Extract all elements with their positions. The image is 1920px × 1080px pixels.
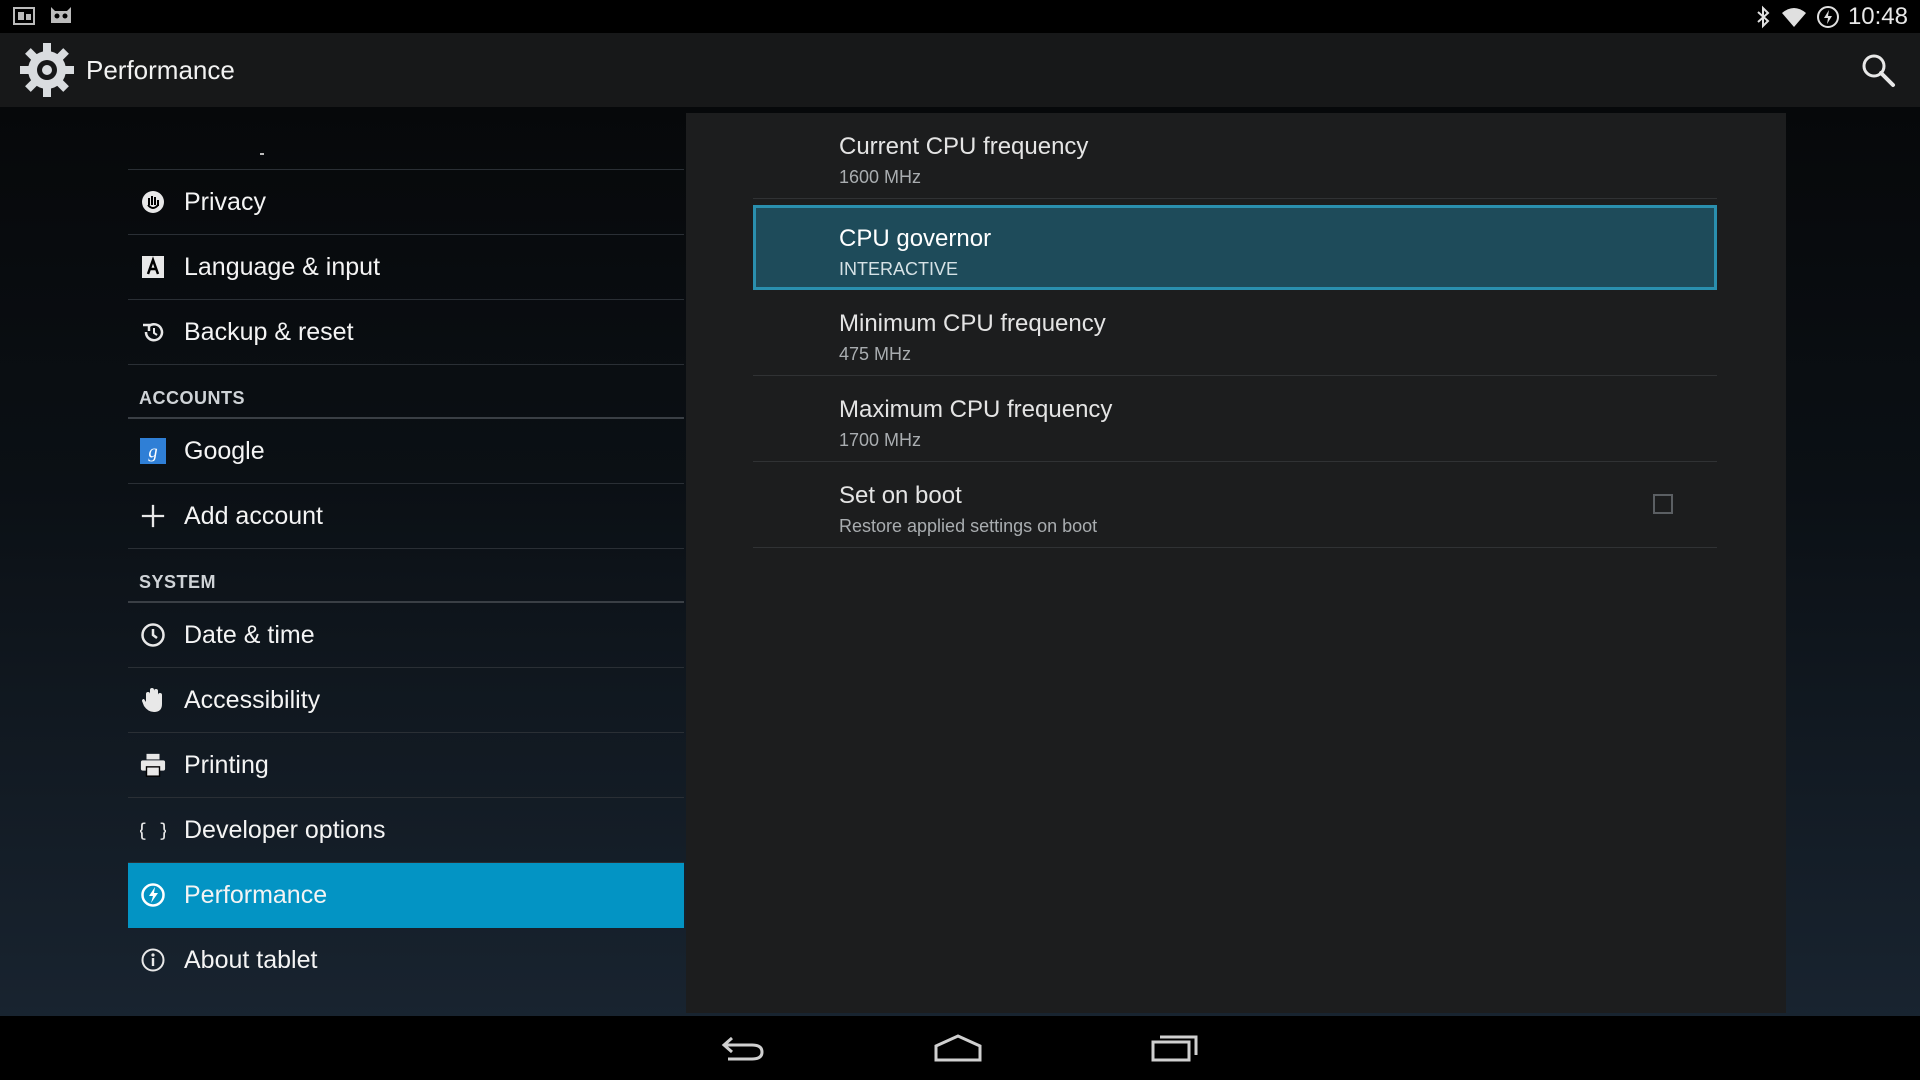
printer-icon [140,752,166,778]
pref-summary: INTERACTIVE [839,259,959,279]
pref-cpu-governor[interactable]: CPU governor INTERACTIVE [753,205,1717,290]
search-icon[interactable] [1858,50,1898,90]
pref-maximum-cpu-frequency[interactable]: Maximum CPU frequency 1700 MHz [753,376,1717,462]
sidebar-item-label: Printing [184,750,269,779]
sidebar-item-language[interactable]: Language & input [128,235,684,300]
sidebar-item-developer-options[interactable]: { } Developer options [128,798,684,863]
sidebar-item-label: Performance [184,880,328,909]
pref-title: Minimum CPU frequency [839,310,1106,337]
sidebar-item-label: Privacy [184,187,266,216]
sidebar-item-privacy[interactable]: Privacy [128,170,684,235]
sidebar-item-label: Accessibility [184,685,321,714]
sidebar-item-label: About tablet [184,945,318,974]
language-icon [140,254,166,280]
action-bar: Performance [0,33,1920,107]
sidebar-item-label: Backup & reset [184,317,354,346]
add-icon [140,503,166,529]
settings-list[interactable]: Privacy Language & input Backup & reset … [128,113,684,992]
navigation-bar [0,1016,1920,1080]
wifi-icon [1781,7,1806,27]
pref-current-cpu-frequency[interactable]: Current CPU frequency 1600 MHz [753,113,1717,199]
sidebar-item-label: Google [184,436,265,465]
battery-charging-icon [1816,5,1839,28]
sidebar-item-label: Language & input [184,252,381,281]
settings-gear-icon[interactable] [18,41,76,99]
hand-icon [140,687,166,713]
sidebar-item-accessibility[interactable]: Accessibility [128,668,684,733]
svg-text:{ }: { } [140,821,166,842]
privacy-icon [140,189,166,215]
sidebar-item-label: Developer options [184,815,386,844]
clock: 10:48 [1847,3,1908,30]
pref-set-on-boot[interactable]: Set on boot Restore applied settings on … [753,462,1717,548]
sidebar-item-label: Date & time [184,620,315,649]
back-icon[interactable] [718,1030,768,1066]
set-on-boot-checkbox[interactable] [1653,494,1673,514]
pref-summary: 475 MHz [839,344,912,364]
status-bar: 10:48 [0,0,1920,33]
braces-icon: { } [140,817,166,843]
page-title: Performance [86,55,235,85]
sidebar-item-about-tablet[interactable]: About tablet [128,928,684,992]
sidebar-item-performance[interactable]: Performance [128,863,684,928]
pref-minimum-cpu-frequency[interactable]: Minimum CPU frequency 475 MHz [753,290,1717,376]
home-icon[interactable] [933,1030,983,1066]
screenshot-icon [13,7,35,25]
pref-summary: 1700 MHz [839,430,922,450]
sidebar-item-label: Add account [184,501,323,530]
pref-summary: 1600 MHz [839,167,922,187]
partially-scrolled-item [128,113,684,170]
svg-text:g: g [148,442,157,463]
cyanogen-icon [51,7,71,23]
backup-icon [140,319,166,345]
performance-icon [140,882,166,908]
sidebar-item-google[interactable]: g Google [128,419,684,484]
recent-apps-icon[interactable] [1150,1030,1200,1066]
section-header-system: SYSTEM [128,549,684,603]
sidebar-item-date-time[interactable]: Date & time [128,603,684,668]
section-header-accounts: ACCOUNTS [128,365,684,419]
pref-title: Maximum CPU frequency [839,396,1113,423]
pref-title: CPU governor [839,225,992,252]
clock-icon [140,622,166,648]
sidebar-item-backup[interactable]: Backup & reset [128,300,684,365]
google-icon: g [140,438,166,464]
pref-summary: Restore applied settings on boot [839,516,1098,536]
bluetooth-icon [1757,5,1770,28]
pref-title: Current CPU frequency [839,133,1089,160]
sidebar-item-add-account[interactable]: Add account [128,484,684,549]
sidebar-item-printing[interactable]: Printing [128,733,684,798]
performance-panel: Current CPU frequency 1600 MHz CPU gover… [686,113,1786,1013]
info-icon [140,947,166,973]
pref-title: Set on boot [839,482,962,509]
